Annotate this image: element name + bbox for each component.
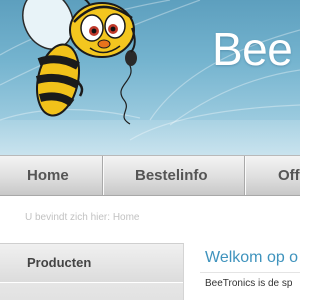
- nav-separator: [244, 156, 246, 195]
- main-nav: Home Bestelinfo Off: [0, 155, 300, 196]
- welcome-heading: Welkom op o: [205, 249, 299, 266]
- content-divider: [200, 272, 300, 273]
- sidebar-products-panel: Producten: [0, 243, 184, 300]
- site-header: Bee: [0, 0, 300, 155]
- intro-paragraph: BeeTronics is de sp: [205, 278, 293, 289]
- nav-separator: [102, 156, 104, 195]
- nav-item-offertes[interactable]: Off: [278, 156, 300, 195]
- nav-item-home[interactable]: Home: [27, 156, 69, 195]
- sidebar-title: Producten: [27, 255, 92, 270]
- bee-mascot-icon: [22, 0, 137, 125]
- nav-item-bestelinfo[interactable]: Bestelinfo: [135, 156, 208, 195]
- breadcrumb: U bevindt zich hier: Home: [25, 212, 140, 223]
- brand-title: Bee: [212, 23, 293, 75]
